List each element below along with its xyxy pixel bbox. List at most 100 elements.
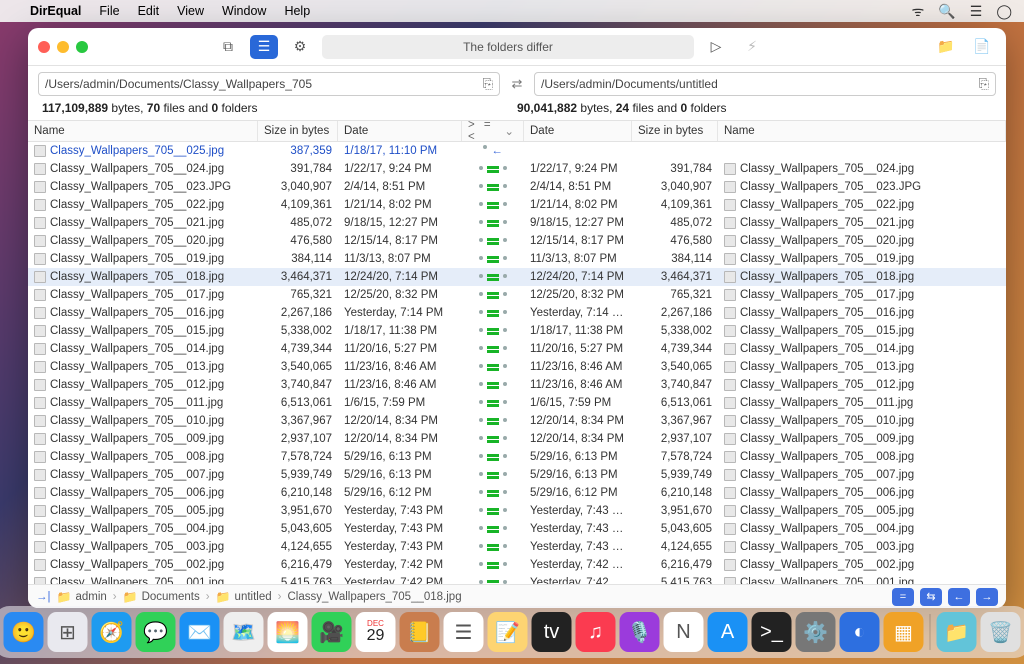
- toolbar-play-icon[interactable]: ▷: [702, 35, 730, 59]
- sb-right-icon[interactable]: →: [976, 588, 998, 606]
- table-row[interactable]: Classy_Wallpapers_705__020.jpg476,58012/…: [28, 232, 1006, 250]
- file-icon: [724, 289, 736, 301]
- crumb-untitled[interactable]: 📁untitled: [216, 590, 272, 604]
- dock-trash-icon[interactable]: 🗑️: [981, 612, 1021, 652]
- header-size-left[interactable]: Size in bytes: [258, 121, 338, 141]
- dock-maps-icon[interactable]: 🗺️: [224, 612, 264, 652]
- dock-preferences-icon[interactable]: ⚙️: [796, 612, 836, 652]
- table-row[interactable]: Classy_Wallpapers_705__022.jpg4,109,3611…: [28, 196, 1006, 214]
- dock-facetime-icon[interactable]: 🎥: [312, 612, 352, 652]
- wifi-icon[interactable]: ᯤ: [912, 2, 925, 21]
- dot-icon: [479, 544, 483, 548]
- header-size-right[interactable]: Size in bytes: [632, 121, 718, 141]
- crumb-admin[interactable]: 📁admin: [57, 590, 107, 604]
- dot-icon: [479, 382, 483, 386]
- table-row[interactable]: Classy_Wallpapers_705__007.jpg5,939,7495…: [28, 466, 1006, 484]
- table-row[interactable]: Classy_Wallpapers_705__015.jpg5,338,0021…: [28, 322, 1006, 340]
- equal-icon: [487, 274, 499, 281]
- right-date: 1/21/14, 8:02 PM: [524, 199, 632, 211]
- swap-paths-icon[interactable]: ⇄: [508, 76, 526, 92]
- menu-window[interactable]: Window: [222, 4, 266, 18]
- table-row[interactable]: Classy_Wallpapers_705__024.jpg391,7841/2…: [28, 160, 1006, 178]
- table-row[interactable]: Classy_Wallpapers_705__009.jpg2,937,1071…: [28, 430, 1006, 448]
- right-path-field[interactable]: /Users/admin/Documents/untitled ⎘: [534, 72, 996, 96]
- table-row[interactable]: Classy_Wallpapers_705__013.jpg3,540,0651…: [28, 358, 1006, 376]
- left-path-field[interactable]: /Users/admin/Documents/Classy_Wallpapers…: [38, 72, 500, 96]
- table-row[interactable]: Classy_Wallpapers_705__002.jpg6,216,479Y…: [28, 556, 1006, 574]
- close-button[interactable]: [38, 41, 50, 53]
- left-path-eject-icon[interactable]: ⎘: [483, 76, 493, 92]
- dock-finder-icon[interactable]: 🙂: [4, 612, 44, 652]
- crumb-documents[interactable]: 📁Documents: [123, 590, 200, 604]
- table-row[interactable]: Classy_Wallpapers_705__016.jpg2,267,186Y…: [28, 304, 1006, 322]
- minimize-button[interactable]: [57, 41, 69, 53]
- toolbar-lightning-icon[interactable]: ⚡︎: [738, 35, 766, 59]
- right-date: Yesterday, 7:43 PM: [524, 541, 632, 553]
- dock-appstore-icon[interactable]: A: [708, 612, 748, 652]
- dock-direqual-icon[interactable]: ◐: [840, 612, 880, 652]
- table-row[interactable]: Classy_Wallpapers_705__014.jpg4,739,3441…: [28, 340, 1006, 358]
- table-row[interactable]: Classy_Wallpapers_705__003.jpg4,124,655Y…: [28, 538, 1006, 556]
- table-row[interactable]: Classy_Wallpapers_705__001.jpg5,415,763Y…: [28, 574, 1006, 584]
- dock-keynote-icon[interactable]: ▦: [884, 612, 924, 652]
- dock-safari-icon[interactable]: 🧭: [92, 612, 132, 652]
- right-date: 12/20/14, 8:34 PM: [524, 415, 632, 427]
- dock-tv-icon[interactable]: tv: [532, 612, 572, 652]
- dock-launchpad-icon[interactable]: ⊞: [48, 612, 88, 652]
- table-row[interactable]: Classy_Wallpapers_705__005.jpg3,951,670Y…: [28, 502, 1006, 520]
- control-center-icon[interactable]: ☰: [970, 3, 983, 20]
- table-row[interactable]: Classy_Wallpapers_705__008.jpg7,578,7245…: [28, 448, 1006, 466]
- table-row[interactable]: Classy_Wallpapers_705__011.jpg6,513,0611…: [28, 394, 1006, 412]
- menu-edit[interactable]: Edit: [138, 4, 160, 18]
- dock-calendar-icon[interactable]: DEC29: [356, 612, 396, 652]
- toolbar-folder-pair-icon[interactable]: ⧉: [214, 35, 242, 59]
- dot-icon: [479, 436, 483, 440]
- left-size: 387,359: [258, 145, 338, 157]
- dock-downloads-icon[interactable]: 📁: [937, 612, 977, 652]
- dock-notes-icon[interactable]: 📝: [488, 612, 528, 652]
- dock-music-icon[interactable]: ♫: [576, 612, 616, 652]
- dock-terminal-icon[interactable]: >_: [752, 612, 792, 652]
- dock-reminders-icon[interactable]: ☰: [444, 612, 484, 652]
- dock-news-icon[interactable]: N: [664, 612, 704, 652]
- table-row[interactable]: Classy_Wallpapers_705__017.jpg765,32112/…: [28, 286, 1006, 304]
- crumb-file[interactable]: Classy_Wallpapers_705__018.jpg: [287, 591, 461, 603]
- dock-podcasts-icon[interactable]: 🎙️: [620, 612, 660, 652]
- equal-icon: [487, 346, 499, 353]
- app-name[interactable]: DirEqual: [30, 4, 81, 18]
- header-name-left[interactable]: Name: [28, 121, 258, 141]
- table-row[interactable]: Classy_Wallpapers_705__023.JPG3,040,9072…: [28, 178, 1006, 196]
- right-path-eject-icon[interactable]: ⎘: [979, 76, 989, 92]
- table-row[interactable]: Classy_Wallpapers_705__019.jpg384,11411/…: [28, 250, 1006, 268]
- table-row[interactable]: Classy_Wallpapers_705__021.jpg485,0729/1…: [28, 214, 1006, 232]
- dock-photos-icon[interactable]: 🌅: [268, 612, 308, 652]
- dock-messages-icon[interactable]: 💬: [136, 612, 176, 652]
- spotlight-icon[interactable]: 🔍: [938, 3, 955, 20]
- right-filename: Classy_Wallpapers_705__022.jpg: [740, 199, 914, 211]
- sb-swap-icon[interactable]: ⇆: [920, 588, 942, 606]
- header-date-right[interactable]: Date: [524, 121, 632, 141]
- sb-equal-icon[interactable]: =: [892, 588, 914, 606]
- menu-help[interactable]: Help: [284, 4, 310, 18]
- right-size: 6,513,061: [632, 397, 718, 409]
- header-cmp[interactable]: > = <⌄: [462, 121, 524, 141]
- siri-icon[interactable]: ◯: [996, 3, 1012, 20]
- toolbar-open-folder-icon[interactable]: 📁: [932, 35, 960, 59]
- table-row[interactable]: Classy_Wallpapers_705__012.jpg3,740,8471…: [28, 376, 1006, 394]
- table-row[interactable]: Classy_Wallpapers_705__025.jpg387,3591/1…: [28, 142, 1006, 160]
- dock-mail-icon[interactable]: ✉️: [180, 612, 220, 652]
- table-row[interactable]: Classy_Wallpapers_705__010.jpg3,367,9671…: [28, 412, 1006, 430]
- menu-view[interactable]: View: [177, 4, 204, 18]
- zoom-button[interactable]: [76, 41, 88, 53]
- dock-contacts-icon[interactable]: 📒: [400, 612, 440, 652]
- toolbar-settings-icon[interactable]: ⚙︎: [286, 35, 314, 59]
- header-date-left[interactable]: Date: [338, 121, 462, 141]
- table-row[interactable]: Classy_Wallpapers_705__004.jpg5,043,605Y…: [28, 520, 1006, 538]
- table-row[interactable]: Classy_Wallpapers_705__018.jpg3,464,3711…: [28, 268, 1006, 286]
- header-name-right[interactable]: Name: [718, 121, 1006, 141]
- table-row[interactable]: Classy_Wallpapers_705__006.jpg6,210,1485…: [28, 484, 1006, 502]
- menu-file[interactable]: File: [99, 4, 119, 18]
- toolbar-list-view-icon[interactable]: ☰: [250, 35, 278, 59]
- sb-left-icon[interactable]: ←: [948, 588, 970, 606]
- toolbar-document-icon[interactable]: 📄: [968, 35, 996, 59]
